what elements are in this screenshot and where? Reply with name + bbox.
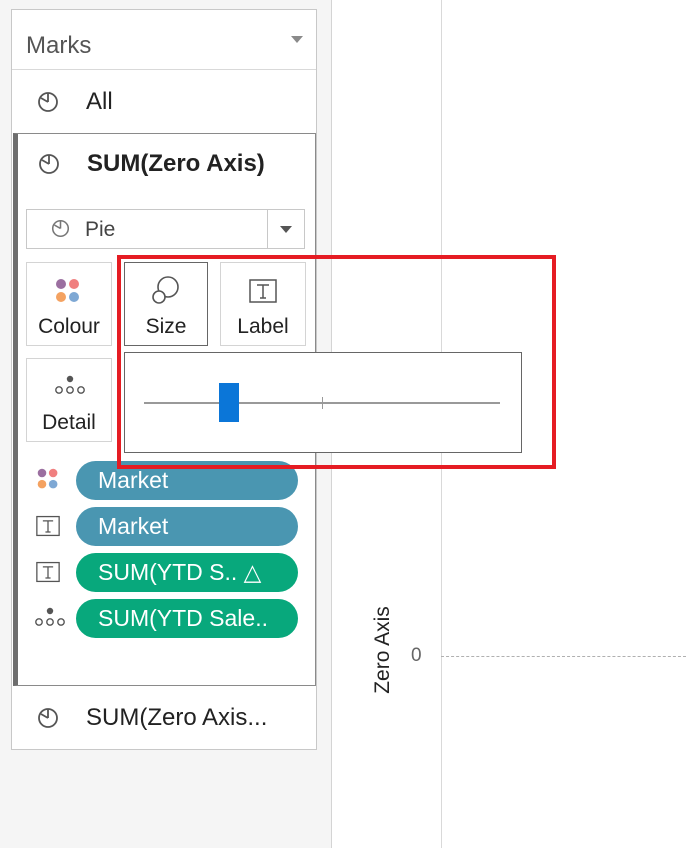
colour-button-label: Colour: [38, 315, 100, 338]
field-pill[interactable]: Market: [76, 507, 298, 546]
field-pill-label: Market: [98, 467, 169, 493]
field-pill[interactable]: SUM(YTD Sale..: [76, 599, 298, 638]
detail-button-label: Detail: [42, 411, 96, 434]
second-mark-label: SUM(Zero Axis...: [86, 704, 268, 731]
marks-card-title: Marks: [26, 32, 92, 59]
pie-chart-icon: [38, 92, 58, 112]
marks-row-all[interactable]: All: [12, 70, 316, 132]
highlight-box: [117, 255, 556, 469]
field-pill-label: SUM(YTD S.. △: [98, 559, 262, 585]
mark-type-value: Pie: [85, 218, 116, 241]
y-axis-title[interactable]: Zero Axis: [371, 606, 395, 694]
selected-mark-label[interactable]: SUM(Zero Axis): [87, 150, 265, 178]
colour-button[interactable]: Colour: [26, 262, 112, 346]
detail-icon: [35, 607, 65, 626]
detail-button[interactable]: Detail: [26, 358, 112, 442]
chevron-down-icon[interactable]: [291, 36, 303, 43]
field-pill-label: Market: [98, 513, 169, 539]
colour-icon: [37, 468, 58, 489]
chevron-down-icon[interactable]: [280, 226, 292, 233]
pie-chart-icon: [39, 154, 59, 174]
zero-line: [441, 656, 686, 657]
y-axis-tick-label: 0: [411, 645, 422, 666]
marks-all-label: All: [86, 88, 113, 115]
field-pill[interactable]: SUM(YTD S.. △: [76, 553, 298, 592]
pie-chart-icon: [51, 219, 70, 238]
label-icon: [36, 561, 60, 583]
pie-chart-icon: [38, 708, 58, 728]
mark-type-dropdown[interactable]: Pie: [26, 209, 305, 249]
detail-icon: [55, 375, 85, 394]
label-icon: [36, 515, 60, 537]
field-pill-label: SUM(YTD Sale..: [98, 605, 268, 631]
colour-icon: [56, 279, 79, 302]
dropdown-separator: [267, 210, 268, 248]
marks-row-second[interactable]: SUM(Zero Axis...: [12, 687, 316, 749]
